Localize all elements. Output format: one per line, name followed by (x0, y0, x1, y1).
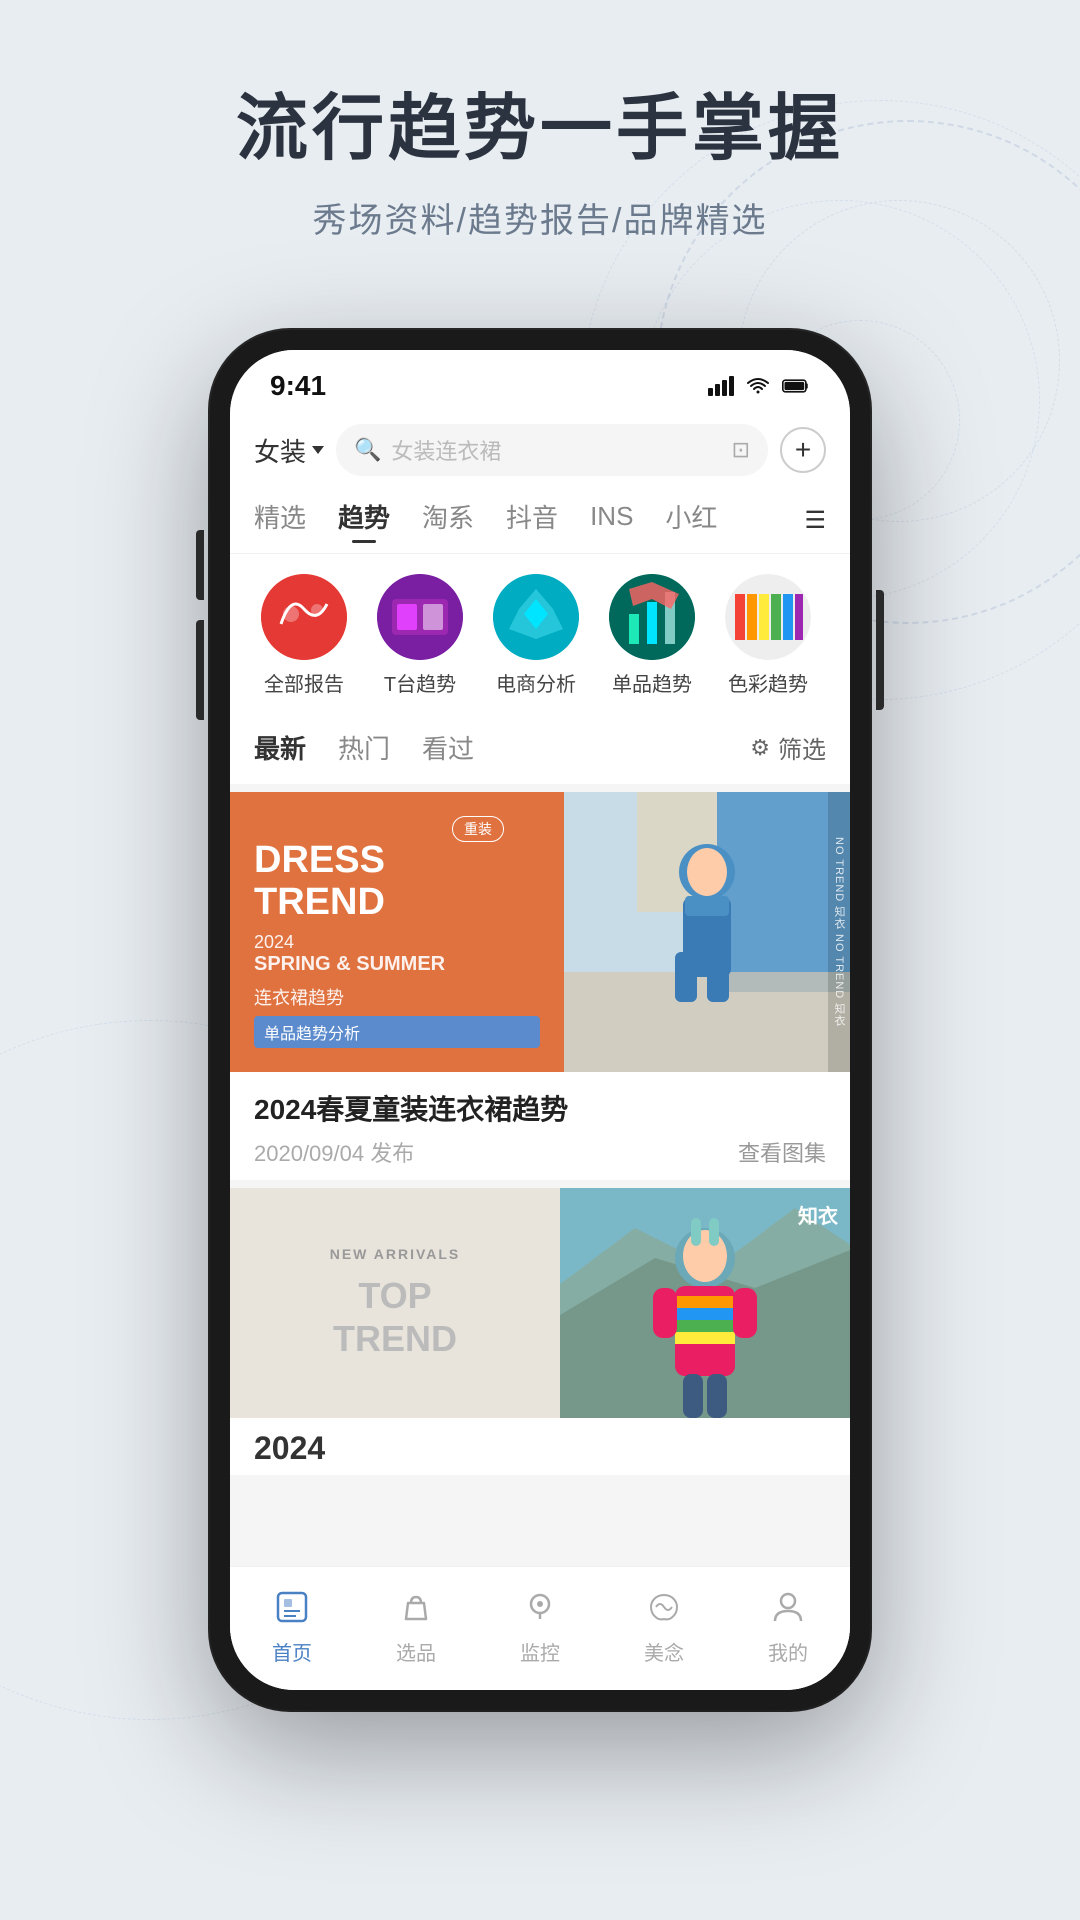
cat-color[interactable]: 色彩趋势 (710, 574, 826, 697)
tab-xiaohong[interactable]: 小红 (665, 498, 717, 543)
card-left-panel: 重装 DRESS TREND 2024 SPRING & SUMMER 连衣裙趋… (230, 792, 564, 1072)
nav-select[interactable]: 选品 (354, 1583, 478, 1666)
nav-home-label: 首页 (272, 1637, 312, 1666)
home-icon (268, 1583, 316, 1631)
cat-circle-color (725, 574, 811, 660)
card2-right-panel: 知衣 (560, 1188, 850, 1418)
trend-card-2[interactable]: NEW ARRIVALS TOP TREND (230, 1188, 850, 1475)
aesthetic-icon (640, 1583, 688, 1631)
card-date: 2020/09/04 发布 (254, 1136, 414, 1168)
cat-label-color: 色彩趋势 (728, 668, 808, 697)
tab-ins[interactable]: INS (590, 501, 633, 540)
search-placeholder: 女装连衣裙 (391, 434, 501, 466)
trend-card-1[interactable]: 重装 DRESS TREND 2024 SPRING & SUMMER 连衣裙趋… (230, 792, 850, 1180)
tab-more-icon[interactable]: ☰ (804, 506, 826, 535)
card-title-1: 2024春夏童装连衣裙趋势 (254, 1088, 826, 1128)
tab-navigation: 精选 趋势 淘系 抖音 INS 小红 ☰ (230, 488, 850, 554)
card-right-panel: NO TREND 知衣 NO TREND 知衣 (564, 792, 850, 1072)
battery-icon (782, 376, 810, 396)
filter-label: 筛选 (778, 730, 826, 765)
filter-bar: 最新 热门 看过 ⚙ 筛选 (230, 711, 850, 784)
bag-icon (392, 1583, 440, 1631)
cat-runway[interactable]: T台趋势 (362, 574, 478, 697)
cat-all-reports[interactable]: 全部报告 (246, 574, 362, 697)
phone-screen: 9:41 (230, 350, 850, 1690)
category-circles: 全部报告 T台趋势 (230, 554, 850, 707)
content-area: 重装 DRESS TREND 2024 SPRING & SUMMER 连衣裙趋… (230, 784, 850, 1690)
filter-button[interactable]: ⚙ 筛选 (750, 730, 826, 765)
dress-trend-title-1: DRESS (254, 840, 540, 882)
nav-aesthetic[interactable]: 美念 (602, 1583, 726, 1666)
dress-badge: 重装 (452, 816, 504, 842)
header-section: 流行趋势一手掌握 秀场资料/趋势报告/品牌精选 (0, 0, 1080, 242)
new-arrivals-label: NEW ARRIVALS (330, 1246, 461, 1262)
status-icons (708, 376, 810, 396)
card-tag: 单品趋势分析 (254, 1016, 540, 1048)
category-selector[interactable]: 女装 (254, 432, 324, 469)
card-info-1: 2024春夏童装连衣裙趋势 2020/09/04 发布 查看图集 (230, 1072, 850, 1180)
profile-icon (764, 1583, 812, 1631)
nav-home[interactable]: 首页 (230, 1583, 354, 1666)
category-label: 女装 (254, 432, 306, 469)
cat-label-single: 单品趋势 (612, 668, 692, 697)
power-button (876, 590, 884, 710)
volume-up-button (196, 530, 204, 600)
header-subtitle: 秀场资料/趋势报告/品牌精选 (0, 193, 1080, 242)
side-text-strip: NO TREND 知衣 NO TREND 知衣 (828, 792, 850, 1072)
card-meta-1: 2020/09/04 发布 查看图集 (254, 1136, 826, 1168)
card-image-2: NEW ARRIVALS TOP TREND (230, 1188, 850, 1418)
cat-label-runway: T台趋势 (384, 668, 456, 697)
card-subtitle: 连衣裙趋势 (254, 984, 540, 1010)
year-label-2: 2024 (254, 1430, 826, 1467)
cat-single[interactable]: 单品趋势 (594, 574, 710, 697)
cat-label-ecommerce: 电商分析 (496, 668, 576, 697)
top-trend-text: TOP TREND (333, 1274, 457, 1360)
cat-circle-all (261, 574, 347, 660)
phone-mockup: 9:41 (210, 330, 870, 1710)
cat-circle-ecommerce (493, 574, 579, 660)
status-time: 9:41 (270, 370, 326, 402)
filter-icon: ⚙ (750, 735, 770, 761)
zhiyi-badge: 知衣 (798, 1200, 838, 1229)
tab-qushi[interactable]: 趋势 (338, 498, 390, 543)
signal-icon (708, 376, 734, 396)
view-gallery-button[interactable]: 查看图集 (738, 1136, 826, 1168)
tab-taox[interactable]: 淘系 (422, 498, 474, 543)
filter-viewed[interactable]: 看过 (422, 729, 474, 766)
card-year: 2024 (254, 932, 540, 953)
card-image-1: 重装 DRESS TREND 2024 SPRING & SUMMER 连衣裙趋… (230, 792, 850, 1072)
filter-latest[interactable]: 最新 (254, 729, 306, 766)
filter-tabs: 最新 热门 看过 (254, 729, 474, 766)
bottom-navigation: 首页 选品 (230, 1566, 850, 1690)
search-bar[interactable]: 🔍 女装连衣裙 ⊡ (336, 424, 768, 476)
nav-profile-label: 我的 (768, 1637, 808, 1666)
card-season: SPRING & SUMMER (254, 953, 540, 976)
nav-select-label: 选品 (396, 1637, 436, 1666)
wifi-icon (744, 376, 772, 396)
tab-jingxuan[interactable]: 精选 (254, 498, 306, 543)
phone-frame: 9:41 (210, 330, 870, 1710)
volume-down-button (196, 620, 204, 720)
header-title: 流行趋势一手掌握 (0, 90, 1080, 169)
nav-monitor-label: 监控 (520, 1637, 560, 1666)
filter-hot[interactable]: 热门 (338, 729, 390, 766)
nav-monitor[interactable]: 监控 (478, 1583, 602, 1666)
add-button[interactable]: + (780, 427, 826, 473)
card2-info: 2024 (230, 1418, 850, 1475)
nav-aesthetic-label: 美念 (644, 1637, 684, 1666)
nav-profile[interactable]: 我的 (726, 1583, 850, 1666)
status-bar: 9:41 (230, 350, 850, 412)
top-navigation: 女装 🔍 女装连衣裙 ⊡ + (230, 412, 850, 488)
monitor-icon (516, 1583, 564, 1631)
cat-label-all: 全部报告 (264, 668, 344, 697)
cat-circle-single (609, 574, 695, 660)
dress-trend-title-2: TREND (254, 882, 540, 924)
cat-circle-runway (377, 574, 463, 660)
cat-ecommerce[interactable]: 电商分析 (478, 574, 594, 697)
chevron-down-icon (312, 446, 324, 454)
tab-douyin[interactable]: 抖音 (506, 498, 558, 543)
card2-left-panel: NEW ARRIVALS TOP TREND (230, 1188, 560, 1418)
search-icon: 🔍 (354, 437, 381, 463)
scan-icon[interactable]: ⊡ (732, 437, 750, 463)
